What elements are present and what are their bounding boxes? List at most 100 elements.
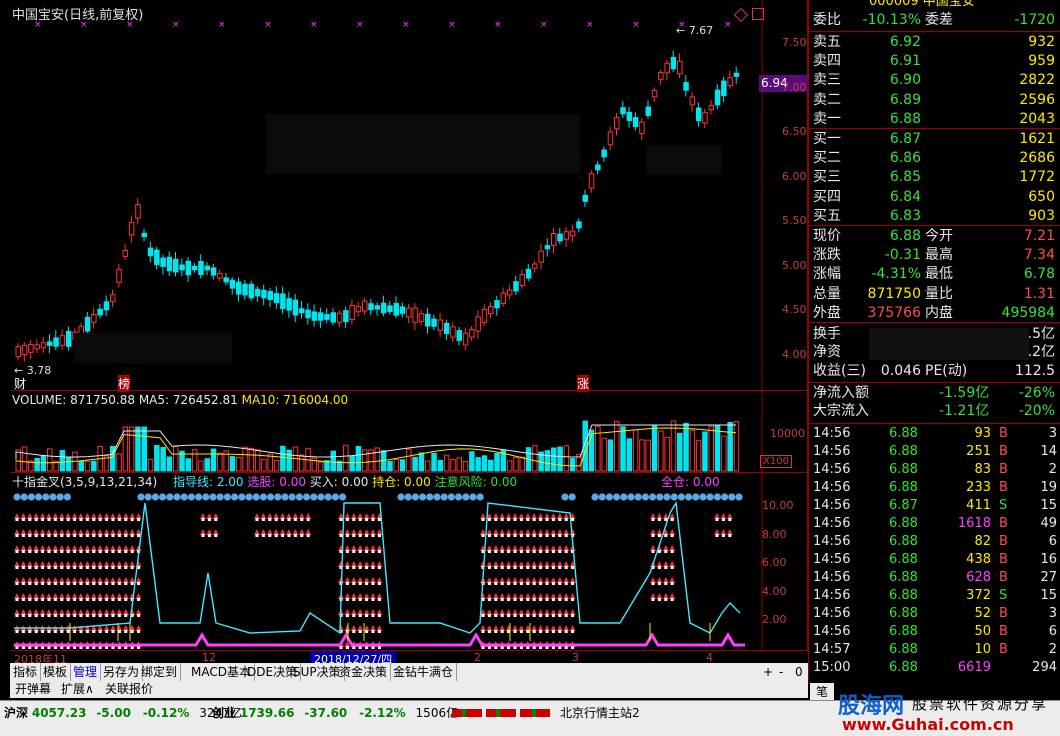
ask-row[interactable]: 卖二 6.89 2596 xyxy=(809,91,1060,110)
volume-bar xyxy=(733,421,740,472)
tick-row[interactable]: 14:56 6.88 82 B 6 xyxy=(809,533,1060,551)
candle-body xyxy=(639,121,645,134)
signal-dot xyxy=(63,493,71,501)
tick-volume: 372 xyxy=(966,588,991,603)
buy-arrow-stem xyxy=(526,630,530,633)
buy-arrow-stem xyxy=(306,518,310,521)
kline-chart[interactable]: × × × × × × × × × × × × × × × × xyxy=(10,0,808,390)
buy-arrow-stem xyxy=(365,630,369,633)
tick-row[interactable]: 14:56 6.88 233 B 19 xyxy=(809,479,1060,497)
signal-dot xyxy=(568,493,576,501)
candle-body xyxy=(267,291,273,301)
bid-row[interactable]: 买三 6.85 1772 xyxy=(809,168,1060,187)
volume-legend: VOLUME: 871750.88 MA5: 726452.81 MA10: 7… xyxy=(12,393,348,407)
tick-row[interactable]: 14:56 6.88 372 S 15 xyxy=(809,587,1060,605)
book-price: 6.86 xyxy=(889,150,921,167)
signal-dot xyxy=(634,493,642,501)
buy-arrow-stem xyxy=(487,550,491,553)
buy-arrow-stem xyxy=(66,534,70,537)
market-breadth-icon xyxy=(452,707,552,719)
candle-body xyxy=(299,308,305,314)
bid-row[interactable]: 买一 6.87 1621 xyxy=(809,130,1060,149)
bid-row[interactable]: 买四 6.84 650 xyxy=(809,188,1060,207)
tick-row[interactable]: 14:57 6.88 10 B 2 xyxy=(809,641,1060,659)
volume-panel[interactable]: VOLUME: 871750.88 MA5: 726452.81 MA10: 7… xyxy=(10,390,808,473)
pe-value: 112.5 xyxy=(1014,363,1055,379)
volume-bar xyxy=(280,445,286,472)
window-toggle-icon[interactable] xyxy=(752,8,764,20)
buy-arrow-stem xyxy=(558,582,562,585)
volume-bar xyxy=(286,449,292,472)
buy-arrow-stem xyxy=(657,518,661,521)
ind-pick: 选股: 0.00 xyxy=(247,475,306,489)
tick-time: 14:56 xyxy=(813,498,851,513)
candle-body xyxy=(399,306,406,314)
candle-body xyxy=(229,279,236,289)
bid-row[interactable]: 买五 6.83 903 xyxy=(809,207,1060,226)
ask-row[interactable]: 卖一 6.88 2043 xyxy=(809,110,1060,129)
buy-arrow-stem xyxy=(47,598,51,601)
buy-arrow-stem xyxy=(519,566,523,569)
server-name[interactable]: 北京行情主站2 xyxy=(560,704,640,721)
price-tick: 6.50 xyxy=(782,125,807,138)
tick-row[interactable]: 14:56 6.88 628 B 27 xyxy=(809,569,1060,587)
tick-row[interactable]: 14:56 6.88 438 B 16 xyxy=(809,551,1060,569)
tab-ctrl-1[interactable]: - xyxy=(776,663,786,681)
toolbar-2[interactable]: 关联报价 xyxy=(102,681,156,698)
tab-ctrl-0[interactable]: + xyxy=(760,663,776,681)
event-marker: × xyxy=(540,20,548,30)
tick-row[interactable]: 14:56 6.88 83 B 2 xyxy=(809,461,1060,479)
signal-dot xyxy=(195,493,203,501)
tab-1[interactable]: 模板 xyxy=(40,663,72,681)
toolbar-0[interactable]: 开弹幕 xyxy=(12,681,54,698)
tab-0[interactable]: 指标 xyxy=(10,663,42,681)
toolbar-1[interactable]: 扩展∧ xyxy=(58,681,97,698)
stat-value: -0.31 xyxy=(884,247,921,264)
tab-4[interactable]: 绑定到 xyxy=(138,663,182,681)
tick-row[interactable]: 15:00 6.88 6619 294 xyxy=(809,659,1060,677)
buy-arrow-stem xyxy=(73,534,77,537)
tick-count: 15 xyxy=(1040,588,1057,603)
tick-row[interactable]: 14:56 6.88 52 B 3 xyxy=(809,605,1060,623)
indicator-panel[interactable]: 十指金叉(3,5,9,13,21,34) 指导线: 2.00 选股: 0.00 … xyxy=(10,472,808,651)
event-marker: × xyxy=(218,20,226,30)
buy-arrow-stem xyxy=(73,630,77,633)
tick-row[interactable]: 14:56 6.88 251 B 14 xyxy=(809,443,1060,461)
tab-2[interactable]: 管理 xyxy=(70,663,102,681)
tick-row[interactable]: 14:56 6.88 93 B 3 xyxy=(809,425,1060,443)
cy-index[interactable]: 创业 1739.66 -37.60 -2.12% 1506亿 xyxy=(212,704,458,721)
tick-row[interactable]: 14:56 6.88 1618 B 49 xyxy=(809,515,1060,533)
ask-row[interactable]: 卖三 6.90 2822 xyxy=(809,71,1060,90)
tick-count: 6 xyxy=(1048,624,1057,639)
right-tab[interactable]: 笔 xyxy=(810,683,835,700)
buy-arrow-stem xyxy=(98,614,102,617)
candle-body xyxy=(601,149,607,158)
tab-9[interactable]: 金钻牛满仓 xyxy=(390,663,458,681)
buy-arrow-stem xyxy=(117,518,121,521)
tick-side: S xyxy=(999,588,1008,603)
indicator-chart[interactable] xyxy=(10,473,808,651)
buy-arrow-stem xyxy=(526,550,530,553)
signal-dot xyxy=(317,493,325,501)
signal-dot xyxy=(677,493,686,501)
ask-row[interactable]: 卖五 6.92 932 xyxy=(809,33,1060,52)
bid-row[interactable]: 买二 6.86 2686 xyxy=(809,149,1060,168)
tab-8[interactable]: 资金决策 xyxy=(336,663,392,681)
buy-arrow-stem xyxy=(670,534,674,537)
buy-arrow-stem xyxy=(85,534,89,537)
buy-arrow-stem xyxy=(507,518,511,521)
tab-ctrl-2[interactable]: 0 xyxy=(792,663,806,681)
signal-dot xyxy=(187,493,195,501)
candle-body xyxy=(236,281,242,295)
tab-3[interactable]: 另存为 xyxy=(100,663,144,681)
ma10-value: MA10: 716004.00 xyxy=(241,393,349,407)
volume-bar xyxy=(664,436,670,472)
buy-arrow-stem xyxy=(507,582,511,585)
sh-index[interactable]: 沪深 4057.23 -5.00 -0.12% 3247亿 xyxy=(4,704,242,721)
tick-row[interactable]: 14:56 6.87 411 S 15 xyxy=(809,497,1060,515)
buy-arrow-stem xyxy=(539,518,543,521)
tick-count: 294 xyxy=(1032,660,1057,675)
kline-panel[interactable]: × × × × × × × × × × × × × × × × 中国宝安(日线,前复权) ← 7.67 ← 3… xyxy=(10,0,809,392)
tick-row[interactable]: 14:56 6.88 50 B 6 xyxy=(809,623,1060,641)
ask-row[interactable]: 卖四 6.91 959 xyxy=(809,52,1060,71)
